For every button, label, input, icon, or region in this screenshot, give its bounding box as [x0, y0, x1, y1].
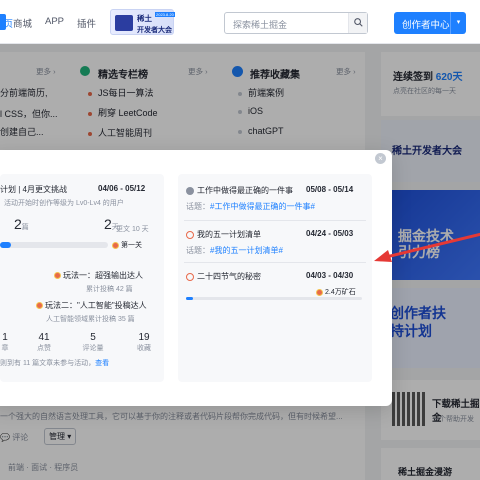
challenge-sub: 活动开始时创作等级为 Lv0-Lv4 的用户 [4, 200, 124, 207]
play1-sub: 累计投稿 42 篇 [86, 286, 133, 293]
nav-plugin[interactable]: 插件 [77, 16, 96, 30]
milestone-first: 第一关 [112, 240, 142, 250]
creator-label: 创作者中心 [402, 20, 450, 31]
nav-app[interactable]: APP [45, 16, 64, 27]
search-icon [354, 18, 363, 27]
stat-favorites: 19 收藏 [137, 332, 151, 352]
stat-comments: 5 评论量 [82, 332, 104, 352]
conference-banner[interactable]: 2023.8.20 稀土 开发者大会 [110, 9, 175, 35]
event-1-date: 05/08 - 05/14 [306, 185, 354, 194]
annotation-arrow [374, 232, 480, 262]
banner-line1: 稀土 [137, 14, 152, 23]
nav-home[interactable]: 首页 [0, 16, 13, 30]
ban-icon [186, 230, 194, 239]
medal-icon [316, 288, 323, 296]
divider [184, 262, 366, 263]
event-3-date: 04/03 - 04/30 [306, 271, 354, 280]
challenge-title: 计划 | 4月更文挑战 [0, 185, 67, 194]
banner-line2: 开发者大会 [137, 27, 172, 34]
view-link[interactable]: 查看 [95, 360, 109, 367]
stat-likes: 41 点赞 [37, 332, 51, 352]
search-input[interactable]: 探索稀土掘金 [224, 12, 368, 34]
nav-shop[interactable]: 商城 [13, 16, 32, 30]
event-1-topic: 话题：#工作中做得最正确的一件事# [186, 202, 315, 211]
divider [184, 220, 366, 221]
stat-0: 1章 [1, 332, 9, 352]
challenge-date: 04/06 - 05/12 [98, 184, 146, 193]
search-placeholder: 探索稀土掘金 [233, 20, 288, 30]
close-icon[interactable]: × [375, 153, 386, 164]
medal-icon [112, 241, 119, 249]
shortfall-text: 更文 10 天 [116, 226, 149, 233]
event-3-progress [186, 297, 362, 300]
ban-icon [186, 272, 194, 281]
creator-center-button[interactable]: 创作者中心 ▾ [394, 12, 466, 34]
challenge-progress [0, 242, 108, 248]
play2-sub: 人工智能领域累计投稿 35 篇 [46, 316, 135, 323]
event-item-1[interactable]: 工作中做得最正确的一件事 [186, 185, 293, 196]
event-item-2[interactable]: 我的五一计划清单 [186, 229, 261, 240]
banner-logo-icon [115, 15, 133, 31]
banner-date: 2023.8.20 [155, 12, 175, 17]
play2: 玩法二："人工智能"投稿达人 [36, 300, 147, 311]
search-button[interactable] [348, 13, 367, 33]
event-icon [186, 186, 194, 195]
event-2-topic-link[interactable]: #我的五一计划清单# [210, 246, 283, 255]
chevron-down-icon[interactable]: ▾ [450, 12, 466, 34]
unjoined-articles: 则到有 11 篇文章未参与活动，查看 [0, 360, 110, 367]
event-3-reward: 2.4万矿石 [316, 287, 356, 297]
event-item-3[interactable]: 二十四节气的秘密 [186, 271, 261, 282]
event-1-topic-link[interactable]: #工作中做得最正确的一件事# [210, 202, 315, 211]
event-2-date: 04/24 - 05/03 [306, 229, 354, 238]
event-2-topic: 话题：#我的五一计划清单# [186, 246, 283, 255]
play1: 玩法一：超强输出达人 [54, 270, 143, 281]
article-count: 2篇 [14, 216, 29, 232]
